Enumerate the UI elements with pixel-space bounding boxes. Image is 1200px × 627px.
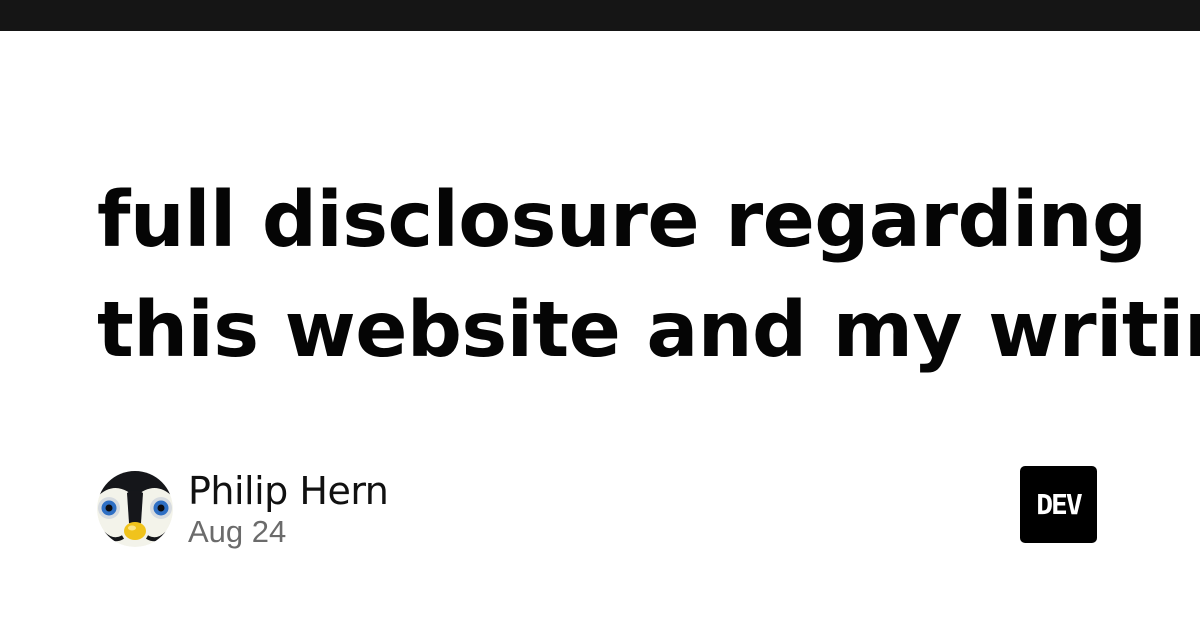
article-title-line-1: full disclosure regarding: [97, 176, 1147, 265]
article-title-line-2: this website and my writing: [97, 286, 1200, 375]
penguin-face-avatar-icon: [97, 471, 173, 547]
author-avatar[interactable]: [97, 471, 173, 547]
dev-logo-text: DEV: [1036, 488, 1083, 521]
author-name[interactable]: Philip Hern: [188, 467, 389, 515]
top-bar: [0, 0, 1200, 31]
post-date: Aug 24: [188, 514, 287, 549]
dev-logo-icon[interactable]: DEV: [1020, 466, 1097, 543]
article-title: full disclosure regarding this website a…: [97, 166, 1200, 386]
